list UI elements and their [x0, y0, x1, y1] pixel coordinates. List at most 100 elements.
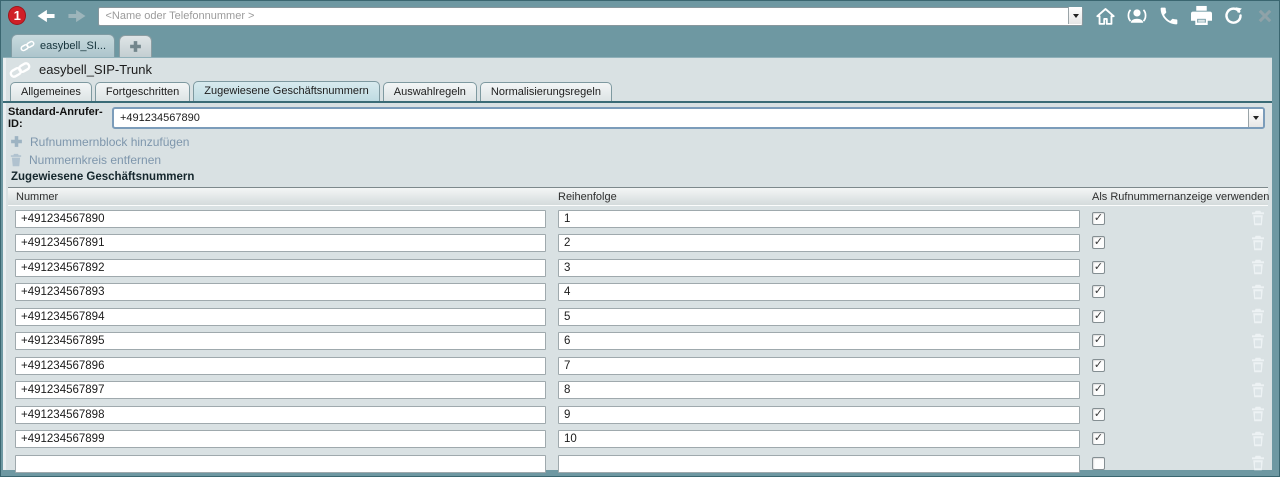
reihenfolge-input[interactable] — [558, 259, 1080, 277]
delete-row-icon — [1251, 284, 1265, 300]
nummer-input[interactable] — [15, 357, 546, 375]
delete-row-icon — [1251, 308, 1265, 324]
delete-row-button[interactable] — [1251, 431, 1265, 447]
delete-row-button[interactable] — [1251, 406, 1265, 422]
als-rufnummernanzeige-checkbox[interactable]: ✓ — [1092, 285, 1105, 298]
delete-row-icon — [1251, 357, 1265, 373]
header-als-rufnummernanzeige: Als Rufnummernanzeige verwenden — [1090, 191, 1269, 203]
als-rufnummernanzeige-checkbox[interactable]: ✓ — [1092, 261, 1105, 274]
config-subtabs: AllgemeinesFortgeschrittenZugewiesene Ge… — [3, 81, 1272, 103]
close-button[interactable] — [1253, 5, 1277, 27]
trunk-config-window: easybell_SIP-Trunk AllgemeinesFortgeschr… — [3, 57, 1272, 470]
phone-button[interactable] — [1157, 5, 1181, 27]
als-rufnummernanzeige-checkbox[interactable] — [1092, 457, 1105, 470]
als-rufnummernanzeige-checkbox[interactable]: ✓ — [1092, 310, 1105, 323]
als-rufnummernanzeige-checkbox[interactable]: ✓ — [1092, 334, 1105, 347]
forward-icon — [66, 7, 88, 25]
nummer-input[interactable] — [15, 406, 546, 424]
session-tab-strip: easybell_SI... — [3, 29, 1277, 57]
search-input[interactable] — [98, 7, 1083, 26]
delete-row-icon — [1251, 235, 1265, 251]
nummer-input[interactable] — [15, 332, 546, 350]
als-rufnummernanzeige-checkbox[interactable]: ✓ — [1092, 212, 1105, 225]
nummer-input[interactable] — [15, 430, 546, 448]
als-rufnummernanzeige-checkbox[interactable]: ✓ — [1092, 408, 1105, 421]
nummer-input[interactable] — [15, 283, 546, 301]
delete-row-button[interactable] — [1251, 357, 1265, 373]
tab-1[interactable]: Fortgeschritten — [95, 82, 190, 101]
table-row: ✓ — [8, 206, 1268, 231]
default-caller-id-row: Standard-Anrufer-ID: +491234567890 — [8, 108, 1268, 128]
reihenfolge-input[interactable] — [558, 357, 1080, 375]
als-rufnummernanzeige-checkbox[interactable]: ✓ — [1092, 236, 1105, 249]
close-icon — [1256, 7, 1274, 25]
search-dropdown-button[interactable] — [1068, 7, 1082, 24]
reihenfolge-input[interactable] — [558, 332, 1080, 350]
reihenfolge-input[interactable] — [558, 210, 1080, 228]
notification-badge: 1 — [8, 6, 26, 25]
als-rufnummernanzeige-checkbox[interactable]: ✓ — [1092, 359, 1105, 372]
link-icon — [20, 40, 35, 52]
default-caller-id-select[interactable]: +491234567890 — [112, 107, 1265, 129]
delete-row-icon — [1251, 259, 1265, 275]
delete-row-button[interactable] — [1251, 284, 1265, 300]
header-nummer: Nummer — [8, 191, 558, 203]
tab-2[interactable]: Zugewiesene Geschäftsnummern — [193, 81, 379, 101]
reihenfolge-input[interactable] — [558, 381, 1080, 399]
reihenfolge-input[interactable] — [558, 283, 1080, 301]
home-button[interactable] — [1093, 5, 1117, 27]
back-icon — [35, 7, 57, 25]
tab-0[interactable]: Allgemeines — [10, 82, 92, 101]
tab-3[interactable]: Auswahlregeln — [383, 82, 477, 101]
nummer-input[interactable] — [15, 210, 546, 228]
reihenfolge-input[interactable] — [558, 430, 1080, 448]
titlebar: easybell_SIP-Trunk — [3, 58, 1272, 81]
reihenfolge-input[interactable] — [558, 406, 1080, 424]
delete-row-icon — [1251, 455, 1265, 471]
nummer-input[interactable] — [15, 234, 546, 252]
delete-row-button[interactable] — [1251, 382, 1265, 398]
print-button[interactable] — [1189, 5, 1213, 27]
chevron-down-icon — [1253, 116, 1259, 120]
add-number-block-label: Rufnummernblock hinzufügen — [30, 135, 189, 149]
table-row: ✓ — [8, 353, 1268, 378]
nummer-input[interactable] — [15, 308, 546, 326]
delete-row-button[interactable] — [1251, 333, 1265, 349]
refresh-button[interactable] — [1221, 5, 1245, 27]
session-tab-easybell[interactable]: easybell_SI... — [11, 34, 115, 57]
business-numbers-panel: Standard-Anrufer-ID: +491234567890 Rufnu… — [3, 103, 1272, 476]
caller-id-dropdown-button[interactable] — [1248, 109, 1263, 127]
add-number-block-link[interactable]: Rufnummernblock hinzufügen — [8, 134, 1268, 149]
print-icon — [1190, 5, 1213, 26]
reihenfolge-input[interactable] — [558, 234, 1080, 252]
home-icon — [1095, 6, 1116, 26]
refresh-icon — [1223, 5, 1244, 26]
delete-row-button[interactable] — [1251, 455, 1265, 471]
reihenfolge-input[interactable] — [558, 455, 1080, 473]
trash-icon — [10, 153, 22, 167]
delete-row-button[interactable] — [1251, 259, 1265, 275]
table-header: Nummer Reihenfolge Als Rufnummernanzeige… — [8, 187, 1268, 206]
als-rufnummernanzeige-checkbox[interactable]: ✓ — [1092, 432, 1105, 445]
remove-number-range-link[interactable]: Nummernkreis entfernen — [8, 152, 1268, 167]
delete-row-button[interactable] — [1251, 210, 1265, 226]
back-button[interactable] — [35, 7, 57, 25]
delete-row-button[interactable] — [1251, 308, 1265, 324]
remove-number-range-label: Nummernkreis entfernen — [29, 153, 161, 167]
nummer-input[interactable] — [15, 381, 546, 399]
als-rufnummernanzeige-checkbox[interactable]: ✓ — [1092, 383, 1105, 396]
forward-button[interactable] — [66, 7, 88, 25]
add-tab-button[interactable] — [119, 35, 152, 57]
chevron-down-icon — [1073, 14, 1079, 18]
nummer-input[interactable] — [15, 455, 546, 473]
delete-row-icon — [1251, 382, 1265, 398]
phone-icon — [1158, 5, 1180, 27]
nummer-input[interactable] — [15, 259, 546, 277]
default-caller-id-value: +491234567890 — [120, 112, 200, 124]
reihenfolge-input[interactable] — [558, 308, 1080, 326]
delete-row-button[interactable] — [1251, 235, 1265, 251]
tab-4[interactable]: Normalisierungsregeln — [480, 82, 612, 101]
contacts-button[interactable] — [1125, 5, 1149, 27]
table-row: ✓ — [8, 280, 1268, 305]
table-row: ✓ — [8, 255, 1268, 280]
